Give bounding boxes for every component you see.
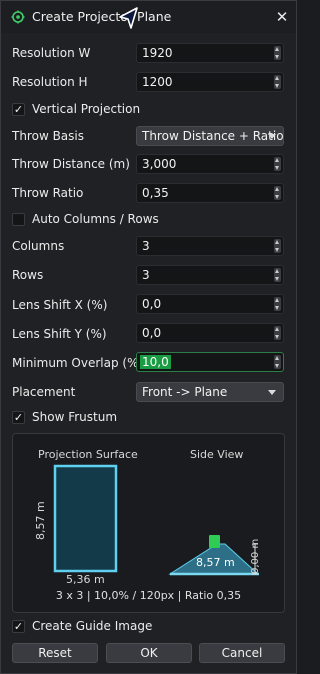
rows-value: 3 [142, 268, 150, 282]
lens-shift-y-input[interactable]: 0,0 [136, 323, 284, 343]
checkmark-icon[interactable]: ✓ [12, 411, 25, 424]
side-height-label: 0,00 m [250, 538, 261, 574]
preview-summary: 3 x 3 | 10,0% / 120px | Ratio 0,35 [55, 589, 242, 602]
window-title: Create Projector Plane [32, 9, 172, 24]
minimum-overlap-label: Minimum Overlap (%) [12, 356, 144, 370]
resolution-h-input[interactable]: 1200 [136, 72, 284, 92]
spinner-arrows-icon[interactable] [274, 239, 281, 253]
auto-columns-rows-label: Auto Columns / Rows [32, 212, 159, 226]
spinner-arrows-icon[interactable] [274, 297, 281, 311]
surface-width-label: 5,36 m [66, 573, 105, 586]
spinner-arrows-icon[interactable] [274, 75, 281, 89]
throw-distance-input[interactable]: 3,000 [136, 154, 284, 174]
close-button[interactable]: ✕ [273, 8, 291, 26]
projector-gear-icon [11, 10, 25, 24]
lens-shift-x-label: Lens Shift X (%) [12, 298, 108, 312]
resolution-h-value: 1200 [142, 75, 173, 89]
chevron-down-icon [268, 134, 276, 139]
spinner-arrows-icon[interactable] [274, 46, 281, 60]
create-guide-image-label: Create Guide Image [32, 619, 153, 633]
minimum-overlap-value: 10,0 [140, 355, 171, 369]
lens-shift-x-input[interactable]: 0,0 [136, 294, 284, 314]
placement-label: Placement [12, 385, 76, 399]
projector-icon [209, 535, 220, 548]
resolution-w-label: Resolution W [12, 46, 91, 60]
placement-select[interactable]: Front -> Plane [136, 382, 284, 402]
cancel-button[interactable]: Cancel [199, 643, 285, 663]
close-icon: ✕ [275, 8, 289, 26]
side-view-title: Side View [190, 448, 244, 461]
title-bar: Create Projector Plane ✕ [1, 1, 296, 33]
chevron-down-icon [268, 390, 276, 395]
frustum-preview-panel: Projection Surface Side View 8,57 m 5,36… [12, 433, 285, 613]
rows-label: Rows [12, 268, 44, 282]
throw-distance-label: Throw Distance (m) [12, 157, 130, 171]
throw-ratio-value: 0,35 [142, 186, 169, 200]
ok-button[interactable]: OK [106, 643, 192, 663]
checkmark-icon[interactable]: ✓ [12, 620, 25, 633]
columns-label: Columns [12, 239, 65, 253]
reset-button[interactable]: Reset [12, 643, 98, 663]
placement-value: Front -> Plane [142, 385, 228, 399]
resolution-w-value: 1920 [142, 46, 173, 60]
throw-basis-label: Throw Basis [12, 129, 84, 143]
throw-basis-value: Throw Distance + Ratio [142, 129, 284, 143]
spinner-arrows-icon[interactable] [274, 157, 281, 171]
projection-surface-rect [53, 464, 118, 573]
minimum-overlap-input[interactable]: 10,0 [136, 352, 284, 372]
spinner-arrows-icon[interactable] [274, 326, 281, 340]
throw-ratio-label: Throw Ratio [12, 186, 84, 200]
vertical-projection-label: Vertical Projection [32, 102, 141, 116]
columns-input[interactable]: 3 [136, 236, 284, 256]
checkbox-unchecked[interactable] [12, 213, 25, 226]
checkmark-icon[interactable]: ✓ [12, 103, 25, 116]
throw-ratio-input[interactable]: 0,35 [136, 183, 284, 203]
spinner-arrows-icon[interactable] [274, 186, 281, 200]
surface-height-label: 8,57 m [34, 501, 47, 540]
columns-value: 3 [142, 239, 150, 253]
create-projector-plane-dialog: Create Projector Plane ✕ Resolution W 19… [0, 0, 297, 674]
spinner-arrows-icon[interactable] [274, 268, 281, 282]
resolution-w-input[interactable]: 1920 [136, 43, 284, 63]
side-distance-label: 8,57 m [196, 556, 235, 569]
spinner-arrows-icon[interactable] [274, 355, 281, 369]
lens-shift-y-label: Lens Shift Y (%) [12, 327, 107, 341]
lens-shift-x-value: 0,0 [142, 297, 162, 311]
lens-shift-y-value: 0,0 [142, 326, 162, 340]
projection-surface-title: Projection Surface [38, 448, 138, 461]
rows-input[interactable]: 3 [136, 265, 284, 285]
resolution-h-label: Resolution H [12, 75, 88, 89]
throw-distance-value: 3,000 [142, 157, 177, 171]
throw-basis-select[interactable]: Throw Distance + Ratio [136, 126, 284, 146]
show-frustum-label: Show Frustum [32, 410, 118, 424]
mouse-pointer-icon [119, 7, 138, 29]
